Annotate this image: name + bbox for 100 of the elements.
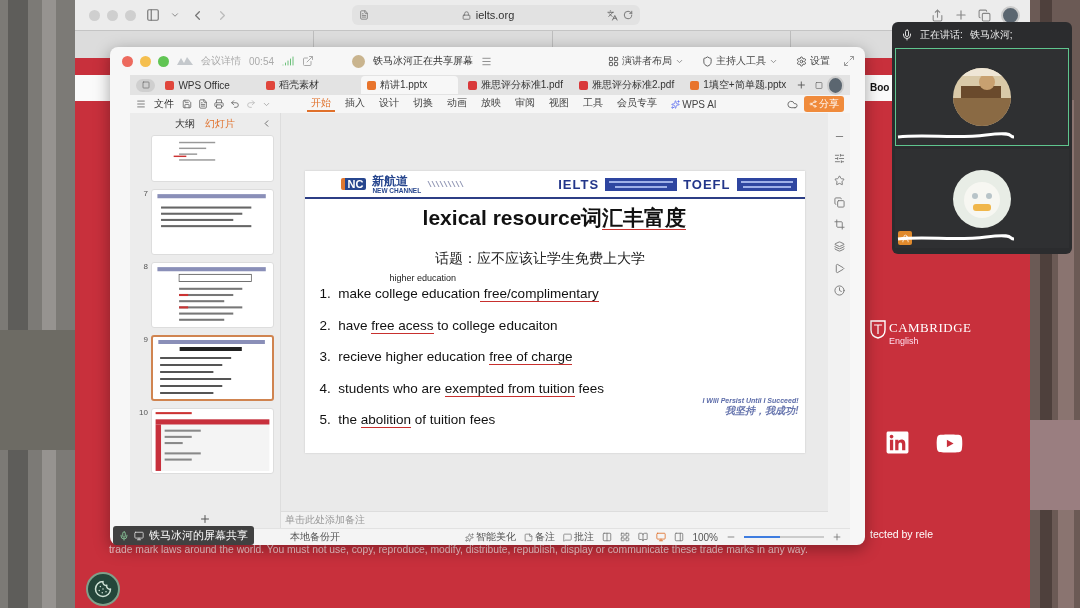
beautify-button[interactable]: 智能美化 bbox=[465, 530, 517, 544]
ribbon-tab[interactable]: 会员专享 bbox=[613, 96, 662, 112]
sharer-avatar bbox=[352, 54, 366, 68]
ribbon-tab[interactable]: 审阅 bbox=[511, 96, 540, 112]
slideshow-icon[interactable] bbox=[656, 532, 667, 542]
crop-icon[interactable] bbox=[833, 219, 845, 230]
window-zoom-button[interactable] bbox=[158, 55, 169, 67]
normal-view-icon[interactable] bbox=[602, 532, 613, 542]
meeting-control-button[interactable]: 主持人工具 bbox=[697, 54, 783, 68]
reading-view-icon[interactable] bbox=[638, 532, 649, 542]
save-icon[interactable] bbox=[182, 99, 192, 109]
footer-text: trade mark laws around the world. You must not use, copy, reproduce, modify, distribute, republish, display or communicate these trade marks in any way. bbox=[109, 544, 808, 555]
copy-icon[interactable] bbox=[833, 197, 845, 208]
document-tab[interactable]: 雅思评分标准1.pdf bbox=[461, 76, 569, 94]
window-icon[interactable] bbox=[814, 80, 823, 90]
clock-icon[interactable] bbox=[833, 285, 845, 296]
meeting-timer: 00:54 bbox=[249, 55, 275, 67]
panel-tab[interactable]: 大纲 bbox=[173, 117, 197, 131]
screen-share-text: 铁马冰河的屏幕共享 bbox=[149, 528, 248, 543]
home-button[interactable] bbox=[136, 78, 156, 92]
document-tab[interactable]: 雅思评分标准2.pdf bbox=[572, 76, 681, 94]
grid-view-icon[interactable] bbox=[620, 532, 631, 542]
address-text: ielts.org bbox=[475, 9, 515, 21]
reload-icon[interactable] bbox=[623, 10, 633, 20]
annotation-text: higher education bbox=[389, 273, 458, 283]
motto-text: 我坚持，我成功! bbox=[725, 404, 799, 418]
ribbon-tab[interactable]: 工具 bbox=[579, 96, 608, 112]
sliders-icon[interactable] bbox=[833, 153, 845, 164]
menu-icon[interactable] bbox=[136, 99, 146, 109]
app-logo-icon bbox=[177, 56, 193, 66]
slide-number: 8 bbox=[142, 262, 148, 271]
user-avatar[interactable] bbox=[826, 75, 844, 95]
partner-banner-drawing bbox=[736, 177, 797, 191]
sidebar-icon[interactable] bbox=[146, 8, 160, 22]
file-menu[interactable]: 文件 bbox=[152, 97, 176, 111]
document-tab[interactable]: WPS Office bbox=[159, 76, 257, 94]
lock-icon bbox=[461, 10, 471, 20]
mic-icon bbox=[119, 530, 129, 541]
document-tab[interactable]: 精讲1.pptx bbox=[360, 76, 458, 94]
slide-number: 10 bbox=[138, 408, 148, 417]
signal-icon bbox=[282, 55, 295, 67]
slide-number: 9 bbox=[142, 335, 148, 344]
print-icon[interactable] bbox=[214, 99, 224, 109]
home-icon bbox=[141, 81, 150, 89]
fit-icon[interactable] bbox=[674, 532, 685, 542]
logo-mark: NC bbox=[340, 178, 367, 190]
note-icon bbox=[524, 532, 534, 542]
brand-subtitle: English bbox=[889, 336, 920, 346]
chevron-down-icon[interactable] bbox=[170, 10, 180, 20]
translate-icon[interactable] bbox=[607, 9, 618, 21]
slide-title: lexical resource词汇丰富度 bbox=[421, 205, 688, 232]
ribbon-tab[interactable]: 设计 bbox=[375, 96, 404, 112]
ribbon-tab[interactable]: 动画 bbox=[443, 96, 472, 112]
cloud-icon[interactable] bbox=[787, 98, 798, 110]
play-icon[interactable] bbox=[833, 263, 845, 274]
ribbon-tab[interactable]: 切换 bbox=[409, 96, 438, 112]
stripe-drawing bbox=[427, 180, 466, 188]
menu-icon[interactable] bbox=[481, 55, 493, 67]
comment-icon bbox=[563, 532, 573, 542]
footer-text: tected by rele bbox=[870, 528, 934, 540]
list-item: 2. have free acess to college educaiton bbox=[319, 317, 558, 333]
address-bar[interactable]: ielts.org bbox=[352, 5, 640, 25]
document-tab[interactable]: 1填空+简单题.pptx bbox=[684, 76, 793, 94]
notes-button[interactable]: 备注 bbox=[524, 530, 556, 544]
plus-icon bbox=[199, 513, 211, 525]
window-close-button[interactable] bbox=[122, 55, 133, 67]
ribbon-tab[interactable]: 视图 bbox=[545, 96, 574, 112]
brand-name: CAMBRIDGE bbox=[889, 320, 972, 336]
nav-link[interactable]: Boo bbox=[870, 82, 890, 93]
zoom-level: 100% bbox=[692, 531, 718, 543]
tabs-icon[interactable] bbox=[978, 8, 991, 22]
window-minimize-button[interactable] bbox=[140, 55, 151, 67]
star-icon[interactable] bbox=[833, 175, 845, 186]
ribbon-tab[interactable]: 放映 bbox=[477, 96, 506, 112]
share-icon[interactable] bbox=[931, 8, 944, 22]
ribbon-tab[interactable]: 插入 bbox=[341, 96, 370, 112]
settings-icon bbox=[796, 55, 807, 67]
linkedin-icon[interactable] bbox=[885, 430, 910, 455]
comments-button[interactable]: 批注 bbox=[563, 530, 595, 544]
export-icon[interactable] bbox=[198, 99, 208, 109]
sparkle-icon bbox=[465, 532, 475, 542]
backup-status: 本地备份开 bbox=[290, 530, 340, 544]
sharing-notice: 铁马冰河正在共享屏幕 bbox=[373, 54, 474, 68]
zoom-in-icon[interactable] bbox=[832, 532, 842, 542]
slide-thumbnail[interactable] bbox=[151, 335, 274, 401]
fullscreen-icon[interactable] bbox=[843, 55, 855, 67]
new-tab-icon[interactable] bbox=[796, 79, 807, 91]
sparkle-icon bbox=[671, 99, 681, 109]
undo-icon[interactable] bbox=[230, 99, 240, 109]
cookie-button[interactable] bbox=[86, 572, 120, 606]
layers-icon[interactable] bbox=[833, 241, 845, 252]
meeting-control-button[interactable]: 演讲者布局 bbox=[603, 54, 689, 68]
popout-icon[interactable] bbox=[302, 55, 315, 67]
list-item: 1. make college education free/complimentary bbox=[319, 286, 599, 301]
new-tab-icon[interactable] bbox=[954, 8, 968, 22]
document-tab[interactable]: 稻壳素材 bbox=[260, 76, 357, 94]
meeting-control-button[interactable]: 设置 bbox=[791, 54, 835, 68]
mic-icon[interactable] bbox=[901, 28, 913, 41]
redo-icon[interactable] bbox=[246, 99, 256, 109]
ai-button[interactable]: WPS AI bbox=[667, 98, 721, 110]
